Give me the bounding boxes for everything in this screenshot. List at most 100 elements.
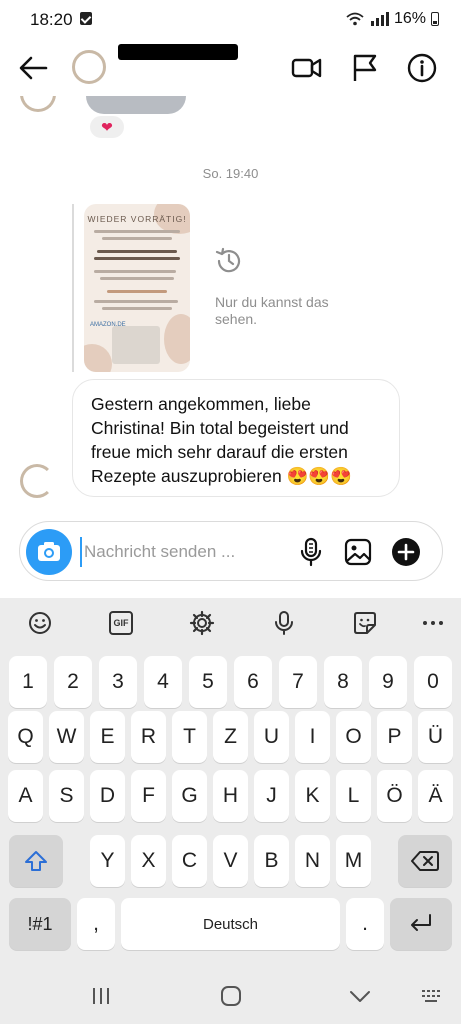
key-b[interactable]: B [254, 835, 289, 887]
key-y[interactable]: Y [90, 835, 125, 887]
backspace-key[interactable] [398, 835, 452, 887]
story-text-line [94, 257, 180, 260]
sticker-icon[interactable] [352, 610, 378, 636]
settings-icon[interactable] [189, 610, 215, 636]
comma-key[interactable]: , [77, 898, 115, 950]
key-s[interactable]: S [49, 770, 84, 822]
key-g[interactable]: G [172, 770, 207, 822]
key-ae[interactable]: Ä [418, 770, 453, 822]
back-arrow-icon[interactable] [16, 52, 50, 84]
key-oe[interactable]: Ö [377, 770, 412, 822]
gallery-icon[interactable] [343, 536, 373, 568]
message-timestamp: So. 19:40 [202, 166, 259, 181]
story-text-line [107, 290, 167, 293]
key-d[interactable]: D [90, 770, 125, 822]
app-root: 18:20 16% ❤ So. 19:40 WIEDER VORRÄTIG! A… [0, 0, 461, 1024]
key-z[interactable]: Z [213, 711, 248, 763]
key-r[interactable]: R [131, 711, 166, 763]
story-reply-card[interactable]: WIEDER VORRÄTIG! AMAZON.DE [84, 204, 190, 372]
story-text-line [94, 230, 180, 233]
story-text-line [97, 250, 177, 253]
wifi-icon [346, 12, 364, 26]
key-5[interactable]: 5 [189, 656, 227, 708]
key-h[interactable]: H [213, 770, 248, 822]
key-o[interactable]: O [336, 711, 371, 763]
chat-header [0, 40, 461, 96]
recent-apps-icon[interactable] [89, 984, 113, 1008]
key-a[interactable]: A [8, 770, 43, 822]
key-u[interactable]: U [254, 711, 289, 763]
camera-icon [38, 542, 60, 561]
enter-key[interactable] [390, 898, 452, 950]
key-l[interactable]: L [336, 770, 371, 822]
symbols-key[interactable]: !#1 [9, 898, 71, 950]
microphone-icon[interactable] [296, 536, 326, 568]
heart-icon: ❤ [101, 118, 113, 135]
key-8[interactable]: 8 [324, 656, 362, 708]
key-q[interactable]: Q [8, 711, 43, 763]
period-key[interactable]: . [346, 898, 384, 950]
camera-button[interactable] [26, 529, 72, 575]
mic-icon[interactable] [271, 610, 297, 636]
video-call-icon[interactable] [291, 52, 323, 84]
key-9[interactable]: 9 [369, 656, 407, 708]
key-p[interactable]: P [377, 711, 412, 763]
key-2[interactable]: 2 [54, 656, 92, 708]
contact-avatar[interactable] [72, 50, 106, 84]
key-w[interactable]: W [49, 711, 84, 763]
key-m[interactable]: M [336, 835, 371, 887]
add-icon[interactable] [391, 536, 421, 568]
key-e[interactable]: E [90, 711, 125, 763]
keyboard: GIF 1 2 3 4 5 6 7 8 9 0 Q W E R T Z U I … [0, 598, 461, 1024]
keyboard-switch-icon[interactable] [420, 984, 444, 1008]
key-k[interactable]: K [295, 770, 330, 822]
book-image [112, 326, 160, 364]
redacted-username[interactable] [118, 44, 238, 60]
key-0[interactable]: 0 [414, 656, 452, 708]
status-time: 18:20 [30, 10, 73, 29]
key-x[interactable]: X [131, 835, 166, 887]
message-bubble[interactable]: Gestern angekommen, liebe Christina! Bin… [72, 379, 400, 497]
key-ue[interactable]: Ü [418, 711, 453, 763]
key-1[interactable]: 1 [9, 656, 47, 708]
chat-thread[interactable]: ❤ So. 19:40 WIEDER VORRÄTIG! AMAZON.DE N… [0, 96, 461, 521]
status-bar: 18:20 16% [0, 0, 461, 40]
key-i[interactable]: I [295, 711, 330, 763]
home-icon[interactable] [219, 984, 243, 1008]
notification-check-icon [80, 12, 92, 25]
shift-key[interactable] [9, 835, 63, 887]
contact-avatar[interactable] [20, 464, 54, 498]
space-key[interactable]: Deutsch [121, 898, 340, 950]
heart-reaction[interactable]: ❤ [88, 114, 126, 140]
chevron-down-icon[interactable] [348, 984, 372, 1008]
flag-icon[interactable] [349, 52, 381, 84]
message-input[interactable] [80, 537, 290, 567]
story-text-line [102, 307, 172, 310]
system-nav-bar [0, 968, 461, 1024]
emoji-icon[interactable] [27, 610, 53, 636]
private-note: Nur du kannst das sehen. [215, 294, 329, 327]
backspace-icon [411, 851, 439, 871]
story-decoration [164, 314, 190, 364]
key-f[interactable]: F [131, 770, 166, 822]
story-title: WIEDER VORRÄTIG! [87, 214, 187, 224]
reply-indicator-line [72, 204, 74, 372]
gif-icon[interactable]: GIF [109, 611, 133, 635]
key-v[interactable]: V [213, 835, 248, 887]
shared-image-partial[interactable] [86, 96, 186, 114]
keyboard-toolbar: GIF [0, 598, 461, 648]
key-c[interactable]: C [172, 835, 207, 887]
info-icon[interactable] [406, 52, 438, 84]
key-j[interactable]: J [254, 770, 289, 822]
key-3[interactable]: 3 [99, 656, 137, 708]
key-4[interactable]: 4 [144, 656, 182, 708]
more-icon[interactable] [420, 610, 446, 636]
story-decoration [84, 344, 112, 372]
key-7[interactable]: 7 [279, 656, 317, 708]
key-t[interactable]: T [172, 711, 207, 763]
contact-avatar-partial [20, 96, 56, 112]
key-n[interactable]: N [295, 835, 330, 887]
story-text-line [100, 277, 174, 280]
story-text-line [94, 300, 178, 303]
key-6[interactable]: 6 [234, 656, 272, 708]
